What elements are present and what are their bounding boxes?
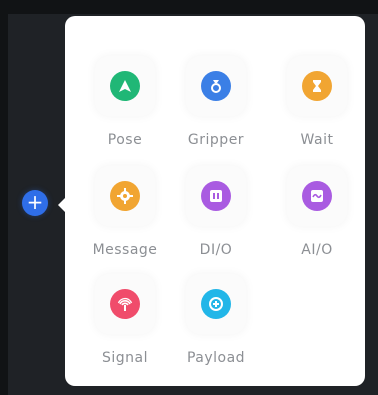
palette-tile <box>287 166 347 226</box>
triangle-icon <box>110 71 140 101</box>
palette-item-label: Payload <box>186 350 246 366</box>
palette-tile <box>186 274 246 334</box>
palette-grid: Pose Gripper Wait Message DI/O AI/O Sign… <box>65 16 365 386</box>
plus-icon: + <box>26 190 44 214</box>
palette-tile <box>95 56 155 116</box>
signal-icon <box>110 289 140 319</box>
add-node-button[interactable]: + <box>22 190 48 216</box>
palette-tile <box>95 274 155 334</box>
palette-tile <box>95 166 155 226</box>
palette-item-label: Message <box>92 242 158 258</box>
palette-item-signal[interactable]: Signal <box>79 274 171 374</box>
palette-item-label: DI/O <box>199 242 233 258</box>
palette-item-gripper[interactable]: Gripper <box>170 56 262 156</box>
window-edge-left <box>0 0 8 395</box>
window-edge-top <box>0 0 378 14</box>
gear-icon <box>110 181 140 211</box>
palette-item-aio[interactable]: AI/O <box>271 166 363 266</box>
palette-item-label: Wait <box>300 132 334 148</box>
palette-tile <box>186 166 246 226</box>
payload-icon <box>201 289 231 319</box>
palette-item-label: AI/O <box>301 242 333 258</box>
palette-item-dio[interactable]: DI/O <box>170 166 262 266</box>
palette-tile <box>186 56 246 116</box>
node-palette-panel: Pose Gripper Wait Message DI/O AI/O Sign… <box>65 16 365 386</box>
palette-item-label: Signal <box>101 350 148 366</box>
palette-item-label: Gripper <box>187 132 245 148</box>
palette-item-label: Pose <box>107 132 143 148</box>
analog-io-icon <box>302 181 332 211</box>
palette-item-message[interactable]: Message <box>79 166 171 266</box>
palette-item-payload[interactable]: Payload <box>170 274 262 374</box>
palette-tile <box>287 56 347 116</box>
palette-item-pose[interactable]: Pose <box>79 56 171 156</box>
gripper-icon <box>201 71 231 101</box>
hourglass-icon <box>302 71 332 101</box>
palette-item-wait[interactable]: Wait <box>271 56 363 156</box>
digital-io-icon <box>201 181 231 211</box>
